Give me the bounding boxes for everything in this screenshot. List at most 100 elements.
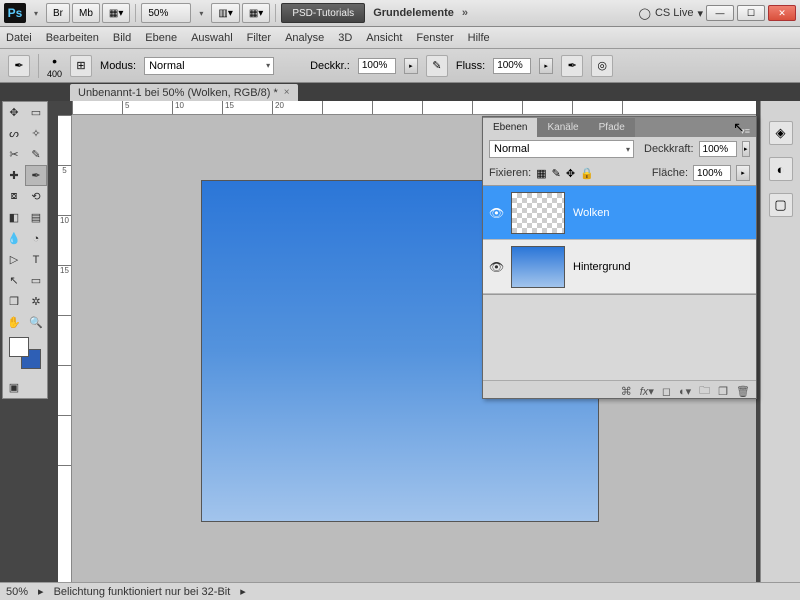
layer-opacity-flyout[interactable]: ▸ [742,141,750,157]
brush-preview[interactable]: •400 [47,53,62,79]
tab-close-icon[interactable]: × [284,87,290,98]
adjustment-layer-icon[interactable]: ◐▾ [679,385,691,398]
menu-bearbeiten[interactable]: Bearbeiten [46,32,99,44]
layer-list-empty-area[interactable] [483,295,756,380]
menu-ansicht[interactable]: Ansicht [366,32,402,44]
color-swatches[interactable] [3,333,47,377]
path-select-tool[interactable]: ↖ [3,270,25,291]
visibility-icon[interactable]: 👁 [489,206,503,220]
zoom-dropdown-arrow[interactable]: ▾ [193,3,209,23]
cslive-button[interactable]: ◯ CS Live ▾ [639,7,703,20]
layer-fill-input[interactable]: 100% [693,165,731,181]
lock-paint-icon[interactable]: ✎ [552,167,561,180]
zoom-dropdown[interactable]: 50% [141,3,191,23]
minimize-button[interactable]: — [706,5,734,21]
delete-layer-icon[interactable]: 🗑 [736,385,750,398]
extras-button[interactable]: ▦▾ [242,3,270,23]
dock-paths-icon[interactable]: ▢ [769,193,793,217]
crop-tool[interactable]: ✂ [3,144,25,165]
layer-thumbnail[interactable] [511,192,565,234]
blend-mode-dropdown[interactable]: Normal [144,57,274,75]
flow-input[interactable]: 100% [493,58,531,74]
marquee-tool[interactable]: ▭ [25,102,47,123]
screen-mode-button[interactable]: ▥▾ [211,3,239,23]
menu-analyse[interactable]: Analyse [285,32,324,44]
menu-auswahl[interactable]: Auswahl [191,32,233,44]
layer-fill-flyout[interactable]: ▸ [736,165,750,181]
layer-list: 👁 Wolken 👁 Hintergrund [483,185,756,295]
history-brush-tool[interactable]: ⟲ [25,186,47,207]
tab-ebenen[interactable]: Ebenen [483,118,537,137]
blur-tool[interactable]: 💧 [3,228,25,249]
minibridge-button[interactable]: Mb [72,3,100,23]
lock-transparency-icon[interactable]: ▦ [536,167,546,180]
3d-camera-tool[interactable]: ✲ [25,291,47,312]
flow-flyout[interactable]: ▸ [539,58,553,74]
app-menu-dropdown[interactable]: ▾ [28,3,44,23]
arrange-button[interactable]: ▦▾ [102,3,130,23]
gradient-tool[interactable]: ▤ [25,207,47,228]
menu-fenster[interactable]: Fenster [416,32,453,44]
hand-tool[interactable]: ✋ [3,312,25,333]
menu-3d[interactable]: 3D [338,32,352,44]
airbrush-icon[interactable]: ✒ [561,55,583,77]
layer-opacity-input[interactable]: 100% [699,141,737,157]
maximize-button[interactable]: ☐ [737,5,765,21]
panel-menu-icon[interactable]: ▾≡ [734,126,756,137]
document-tab[interactable]: Unbenannt-1 bei 50% (Wolken, RGB/8) *× [70,84,298,101]
toolbox: ✥▭ ᔕ✧ ✂✎ ✚✒ ⧇⟲ ◧▤ 💧◔ ▷T ↖▭ ❒✲ ✋🔍 ▣ [2,101,48,399]
menu-ebene[interactable]: Ebene [145,32,177,44]
foreground-color-swatch[interactable] [9,337,29,357]
move-tool[interactable]: ✥ [3,102,25,123]
tablet-size-icon[interactable]: ◎ [591,55,613,77]
menu-filter[interactable]: Filter [247,32,271,44]
3d-tool[interactable]: ❒ [3,291,25,312]
tool-preset-icon[interactable]: ✒ [8,55,30,77]
tablet-opacity-icon[interactable]: ✎ [426,55,448,77]
brush-panel-toggle[interactable]: ⊞ [70,55,92,77]
layer-blend-dropdown[interactable]: Normal [489,140,634,158]
lock-move-icon[interactable]: ✥ [566,167,575,180]
type-tool[interactable]: T [25,249,47,270]
wand-tool[interactable]: ✧ [25,123,47,144]
dock-layers-icon[interactable]: ◈ [769,121,793,145]
layer-thumbnail[interactable] [511,246,565,288]
pen-tool[interactable]: ▷ [3,249,25,270]
layer-mask-icon[interactable]: ◻ [662,385,671,398]
dodge-tool[interactable]: ◔ [25,228,47,249]
layer-row[interactable]: 👁 Wolken [483,186,756,240]
layer-fx-icon[interactable]: fx▾ [640,385,654,398]
opacity-input[interactable]: 100% [358,58,396,74]
zoom-tool[interactable]: 🔍 [25,312,47,333]
healing-tool[interactable]: ✚ [3,165,25,186]
shape-tool[interactable]: ▭ [25,270,47,291]
brush-tool[interactable]: ✒ [25,165,47,186]
menu-bar: Datei Bearbeiten Bild Ebene Auswahl Filt… [0,27,800,49]
quickmask-button[interactable]: ▣ [3,377,25,398]
workspace-grundelemente-label[interactable]: Grundelemente [367,7,460,19]
link-layers-icon[interactable]: ⌘ [621,385,632,398]
new-layer-icon[interactable]: ❐ [718,385,728,398]
close-button[interactable]: ✕ [768,5,796,21]
lasso-tool[interactable]: ᔕ [3,123,25,144]
opacity-flyout[interactable]: ▸ [404,58,418,74]
workspace-more-button[interactable]: » [462,7,468,19]
bridge-button[interactable]: Br [46,3,70,23]
dock-adjustments-icon[interactable]: ◐ [769,157,793,181]
eyedropper-tool[interactable]: ✎ [25,144,47,165]
layer-name[interactable]: Wolken [573,207,609,219]
menu-datei[interactable]: Datei [6,32,32,44]
tab-kanaele[interactable]: Kanäle [537,118,588,137]
new-group-icon[interactable]: 🗀 [699,382,710,401]
tab-pfade[interactable]: Pfade [589,118,635,137]
status-zoom[interactable]: 50% [6,586,28,598]
menu-bild[interactable]: Bild [113,32,131,44]
layer-name[interactable]: Hintergrund [573,261,630,273]
lock-all-icon[interactable]: 🔒 [580,167,594,180]
workspace-psdtutorials-button[interactable]: PSD-Tutorials [281,3,365,23]
menu-hilfe[interactable]: Hilfe [468,32,490,44]
eraser-tool[interactable]: ◧ [3,207,25,228]
stamp-tool[interactable]: ⧇ [3,186,25,207]
visibility-icon[interactable]: 👁 [489,260,503,274]
layer-row[interactable]: 👁 Hintergrund [483,240,756,294]
